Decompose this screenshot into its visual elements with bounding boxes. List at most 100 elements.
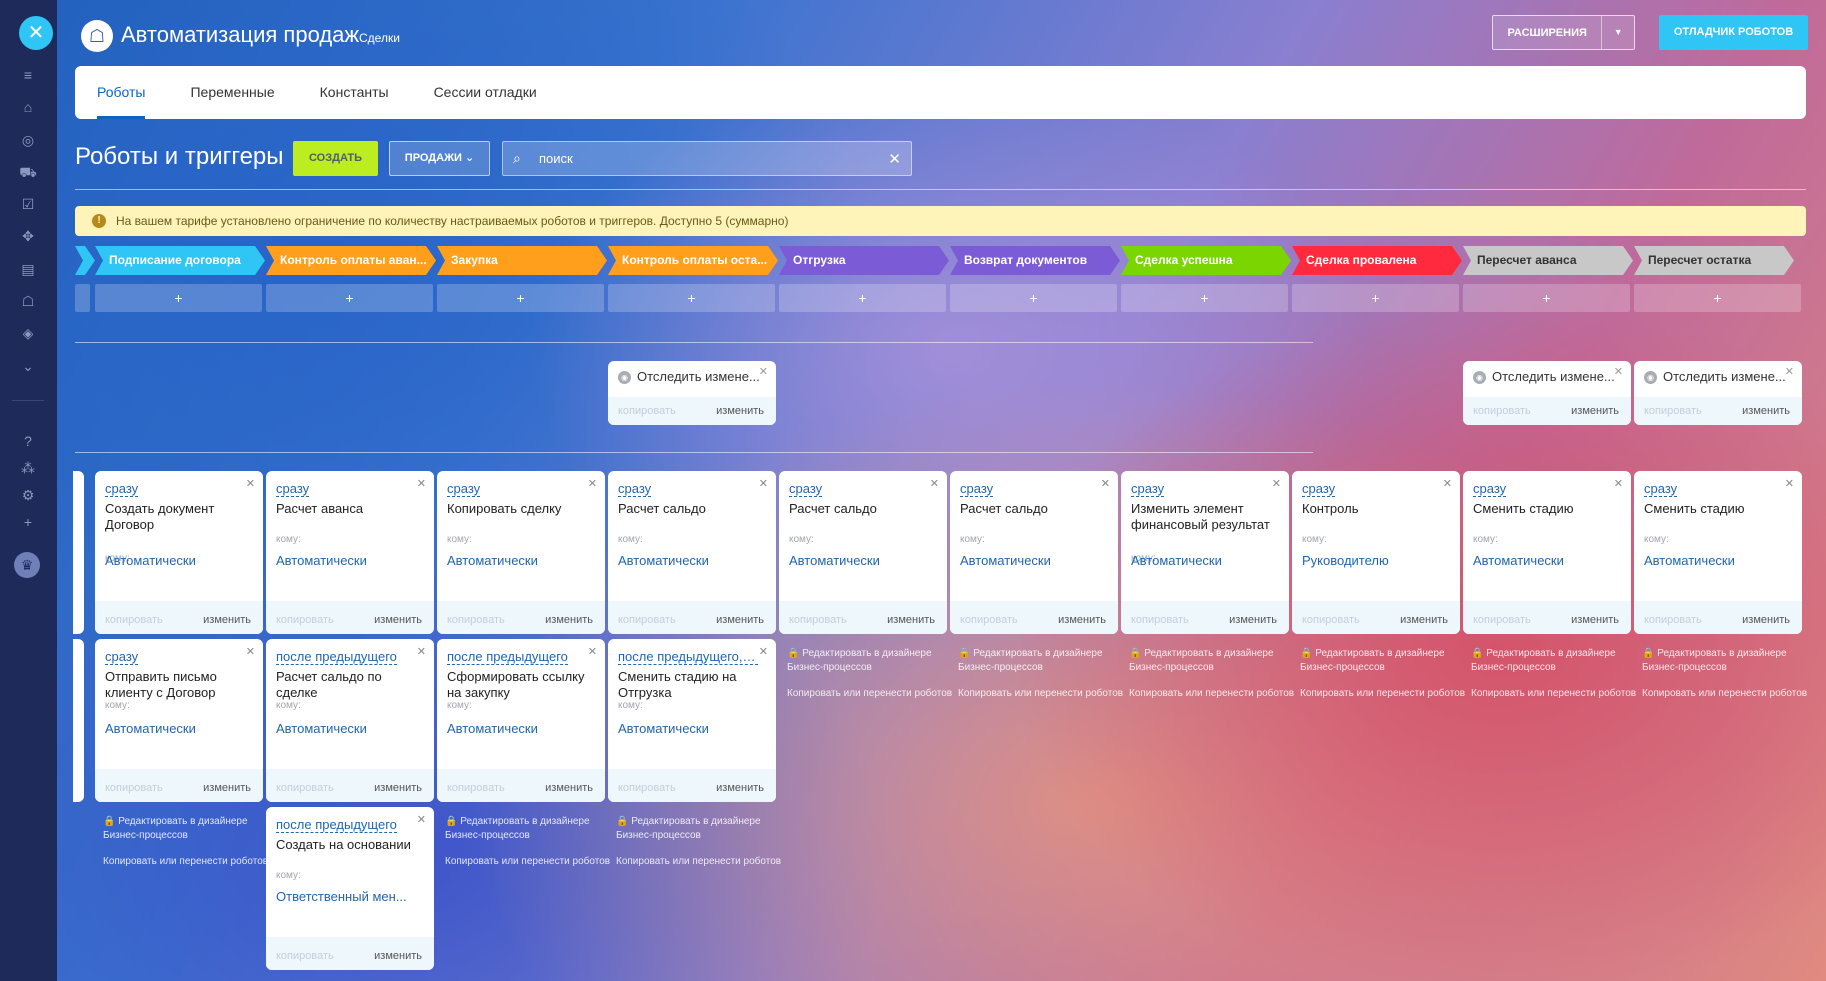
robot-timing[interactable]: сразу (276, 481, 310, 497)
robot-assignee[interactable]: Автоматически (618, 553, 709, 568)
robot-timing[interactable]: сразу (1473, 481, 1507, 497)
robot-assignee[interactable]: Автоматически (618, 721, 709, 736)
add-robot-button[interactable]: + (1121, 284, 1288, 312)
robot-assignee[interactable]: Автоматически (447, 721, 538, 736)
puzzle-icon[interactable]: ✥ (19, 227, 37, 245)
copy-move-robots-link[interactable]: Копировать или перенести роботов (958, 687, 1128, 701)
copy-link[interactable]: копировать (276, 950, 334, 962)
robot-timing[interactable]: сразу (960, 481, 994, 497)
robot-timing[interactable]: после предыдущего (447, 649, 568, 665)
robot-assignee[interactable]: Автоматически (105, 553, 196, 568)
pipeline-select[interactable]: ПРОДАЖИ ⌄ (389, 141, 490, 176)
robot-card[interactable]: сразу ✕ Расчет сальдо кому: Автоматически коп… (950, 471, 1118, 634)
copy-link[interactable]: копировать (1302, 614, 1360, 626)
close-icon[interactable]: ✕ (1785, 477, 1794, 490)
robot-assignee[interactable]: Автоматически (276, 553, 367, 568)
robot-card[interactable]: сразу ✕ Сменить стадию кому: Автоматически ко… (1634, 471, 1802, 634)
edit-in-designer-link[interactable]: 🔒 Редактировать в дизайнере Бизнес-проце… (1642, 647, 1812, 675)
tab-robots[interactable]: Роботы (97, 66, 146, 119)
copy-move-robots-link[interactable]: Копировать или перенести роботов (103, 855, 273, 869)
search-input[interactable] (539, 151, 889, 166)
stage-header[interactable]: Пересчет остатка (1634, 246, 1794, 275)
trigger-card[interactable]: ◉ Отследить измене... ✕ копировать измен… (1634, 361, 1802, 425)
robot-timing[interactable]: сразу (1302, 481, 1336, 497)
edit-link[interactable]: изменить (716, 405, 764, 417)
close-icon[interactable]: ✕ (1785, 365, 1794, 378)
robot-timing[interactable]: сразу (447, 481, 481, 497)
robot-assignee[interactable]: Автоматически (1131, 553, 1222, 568)
robot-card[interactable]: после предыдущего ✕ Расчет сальдо по сделк… (266, 639, 434, 802)
help-icon[interactable]: ? (19, 432, 37, 450)
close-icon[interactable]: ✕ (1614, 477, 1623, 490)
add-robot-button[interactable]: + (950, 284, 1117, 312)
chevron-down-icon[interactable]: ▼ (1601, 16, 1634, 49)
target-icon[interactable]: ◎ (19, 131, 37, 149)
filter-icon[interactable]: ≡ (19, 66, 37, 84)
edit-link[interactable]: изменить (1058, 614, 1106, 626)
cart-icon[interactable]: ⛟ (19, 163, 37, 181)
copy-link[interactable]: копировать (618, 782, 676, 794)
edit-link[interactable]: изменить (545, 782, 593, 794)
close-icon[interactable]: ✕ (588, 645, 597, 658)
copy-link[interactable]: копировать (1644, 405, 1702, 417)
home-icon[interactable]: ⌂ (19, 98, 37, 116)
robot-timing[interactable]: сразу (105, 481, 139, 497)
copy-move-robots-link[interactable]: Копировать или перенести роботов (616, 855, 786, 869)
close-icon[interactable]: ✕ (246, 645, 255, 658)
copy-move-robots-link[interactable]: Копировать или перенести роботов (1300, 687, 1470, 701)
robot-assignee[interactable]: Автоматически (276, 721, 367, 736)
robot-timing[interactable]: сразу (1644, 481, 1678, 497)
robot-card[interactable]: после предыдущего, п... ✕ Сменить стадию н… (608, 639, 776, 802)
edit-link[interactable]: изменить (203, 614, 251, 626)
robot-timing[interactable]: после предыдущего (276, 817, 397, 833)
edit-link[interactable]: изменить (1742, 614, 1790, 626)
stage-header[interactable]: Отгрузка (779, 246, 949, 275)
add-robot-button[interactable]: + (1292, 284, 1459, 312)
close-icon[interactable]: ✕ (19, 16, 53, 50)
robot-assignee[interactable]: Автоматически (1473, 553, 1564, 568)
clear-icon[interactable]: ✕ (888, 150, 901, 168)
close-icon[interactable]: ✕ (1272, 477, 1281, 490)
robot-timing[interactable]: сразу (789, 481, 823, 497)
copy-link[interactable]: копировать (1644, 614, 1702, 626)
stage-header[interactable]: Контроль оплаты аван... (266, 246, 436, 275)
stage-header[interactable]: Контроль оплаты оста... (608, 246, 778, 275)
robot-card[interactable]: после предыдущего ✕ Сформировать ссылку на… (437, 639, 605, 802)
add-robot-button[interactable]: + (437, 284, 604, 312)
robot-assignee[interactable]: Автоматически (447, 553, 538, 568)
robot-timing[interactable]: после предыдущего, п... (618, 649, 758, 665)
edit-link[interactable]: изменить (1742, 405, 1790, 417)
edit-in-designer-link[interactable]: 🔒 Редактировать в дизайнере Бизнес-проце… (616, 815, 786, 843)
robot-timing[interactable]: сразу (105, 649, 139, 665)
edit-link[interactable]: изменить (374, 782, 422, 794)
edit-in-designer-link[interactable]: 🔒 Редактировать в дизайнере Бизнес-проце… (787, 647, 957, 675)
copy-link[interactable]: копировать (1473, 405, 1531, 417)
edit-link[interactable]: изменить (1229, 614, 1277, 626)
trigger-card[interactable]: ◉ Отследить измене... ✕ копировать измен… (1463, 361, 1631, 425)
copy-move-robots-link[interactable]: Копировать или перенести роботов (445, 855, 615, 869)
edit-in-designer-link[interactable]: 🔒 Редактировать в дизайнере Бизнес-проце… (958, 647, 1128, 675)
robot-assignee[interactable]: Автоматически (789, 553, 880, 568)
add-robot-button[interactable]: + (266, 284, 433, 312)
add-robot-button[interactable]: + (1634, 284, 1801, 312)
robot-card[interactable]: сразу ✕ Отправить письмо клиенту с Договор… (95, 639, 263, 802)
close-icon[interactable]: ✕ (417, 813, 426, 826)
crown-icon[interactable]: ♛ (14, 552, 40, 578)
edit-link[interactable]: изменить (545, 614, 593, 626)
close-icon[interactable]: ✕ (417, 477, 426, 490)
edit-link[interactable]: изменить (374, 950, 422, 962)
copy-link[interactable]: копировать (276, 782, 334, 794)
edit-in-designer-link[interactable]: 🔒 Редактировать в дизайнере Бизнес-проце… (1471, 647, 1641, 675)
plus-icon[interactable]: + (19, 513, 37, 531)
create-button[interactable]: СОЗДАТЬ (293, 141, 378, 176)
robot-card[interactable]: сразу ✕ Изменить элемент финансовый резуль… (1121, 471, 1289, 634)
edit-in-designer-link[interactable]: 🔒 Редактировать в дизайнере Бизнес-проце… (1300, 647, 1470, 675)
chevron-down-circle-icon[interactable]: ⌄ (19, 357, 37, 375)
close-icon[interactable]: ✕ (759, 365, 768, 378)
close-icon[interactable]: ✕ (588, 477, 597, 490)
robot-assignee[interactable]: Автоматически (1644, 553, 1735, 568)
close-icon[interactable]: ✕ (759, 477, 768, 490)
tab-debug-sessions[interactable]: Сессии отладки (434, 66, 537, 119)
copy-link[interactable]: копировать (618, 405, 676, 417)
robot-card[interactable]: после предыдущего ✕ Создать на основании ко… (266, 807, 434, 970)
